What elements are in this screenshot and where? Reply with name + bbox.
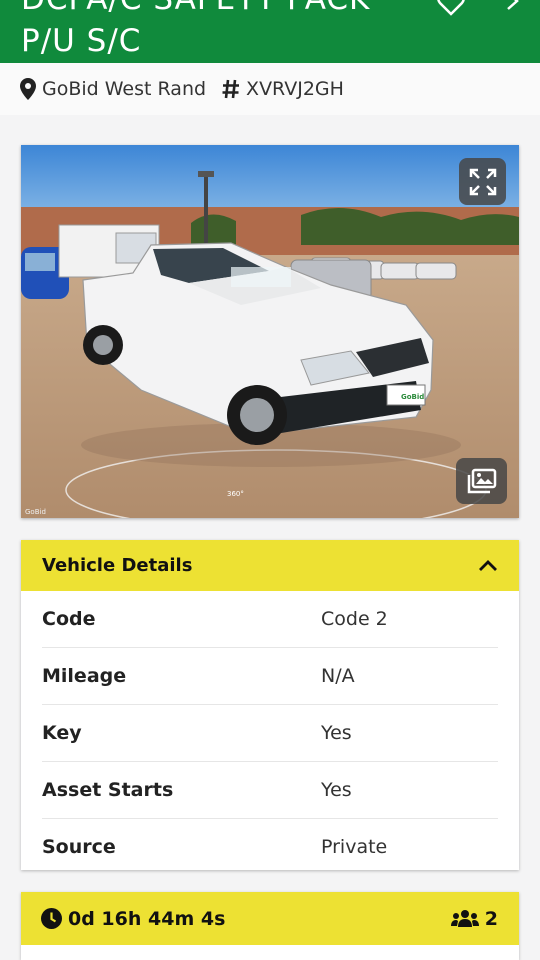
time-remaining-text: 0d 16h 44m 4s [68,907,226,930]
time-remaining: 0d 16h 44m 4s [41,908,225,930]
detail-label: Code [42,608,96,630]
reference: XVRVJ2GH [222,78,344,100]
detail-label: Key [42,722,82,744]
listing-meta: GoBid West Rand XVRVJ2GH [0,63,540,115]
badge-360: 360° [227,490,244,498]
vehicle-image: 360° GoBid [21,145,519,518]
page-title: DCPA/C SAFETY PACK P/U S/C [21,0,369,59]
bidder-count-text: 2 [484,907,498,930]
users-icon [450,910,479,927]
hash-icon [222,79,240,99]
gallery-button[interactable] [456,458,507,504]
location-text: GoBid West Rand [42,78,207,100]
detail-row-asset-starts: Asset Starts Yes [42,762,498,819]
detail-value: Yes [321,722,352,744]
detail-row-code: Code Code 2 [42,591,498,648]
images-icon [467,468,496,494]
chevron-up-icon[interactable] [478,559,498,572]
vehicle-details-title: Vehicle Details [42,555,193,576]
detail-value: Private [321,836,388,858]
share-icon[interactable] [505,0,521,14]
fullscreen-button[interactable] [459,158,506,205]
app-header: DCPA/C SAFETY PACK P/U S/C [0,0,540,63]
detail-value: N/A [321,665,355,687]
photo-watermark: GoBid [25,508,46,516]
expand-icon [469,168,496,195]
detail-row-key: Key Yes [42,705,498,762]
vehicle-details-header[interactable]: Vehicle Details [21,540,519,591]
detail-label: Asset Starts [42,779,174,801]
bidder-count: 2 [450,907,498,930]
heart-icon[interactable] [437,0,465,20]
plate-logo: GoBid [401,393,424,401]
detail-value: Code 2 [321,608,388,630]
detail-label: Source [42,836,116,858]
map-pin-icon [20,78,36,100]
reference-code: XVRVJ2GH [246,78,344,100]
detail-value: Yes [321,779,352,801]
location: GoBid West Rand [20,78,206,100]
detail-row-mileage: Mileage N/A [42,648,498,705]
vehicle-photo[interactable]: 360° GoBid GoBid [21,145,519,518]
detail-row-source: Source Private [42,819,498,875]
clock-icon [41,908,62,929]
auction-status-header: 0d 16h 44m 4s 2 [21,892,519,945]
vehicle-details-card: Vehicle Details Code Code 2 Mileage N/A … [21,540,519,870]
auction-status-card: 0d 16h 44m 4s 2 [21,892,519,960]
detail-label: Mileage [42,665,127,687]
